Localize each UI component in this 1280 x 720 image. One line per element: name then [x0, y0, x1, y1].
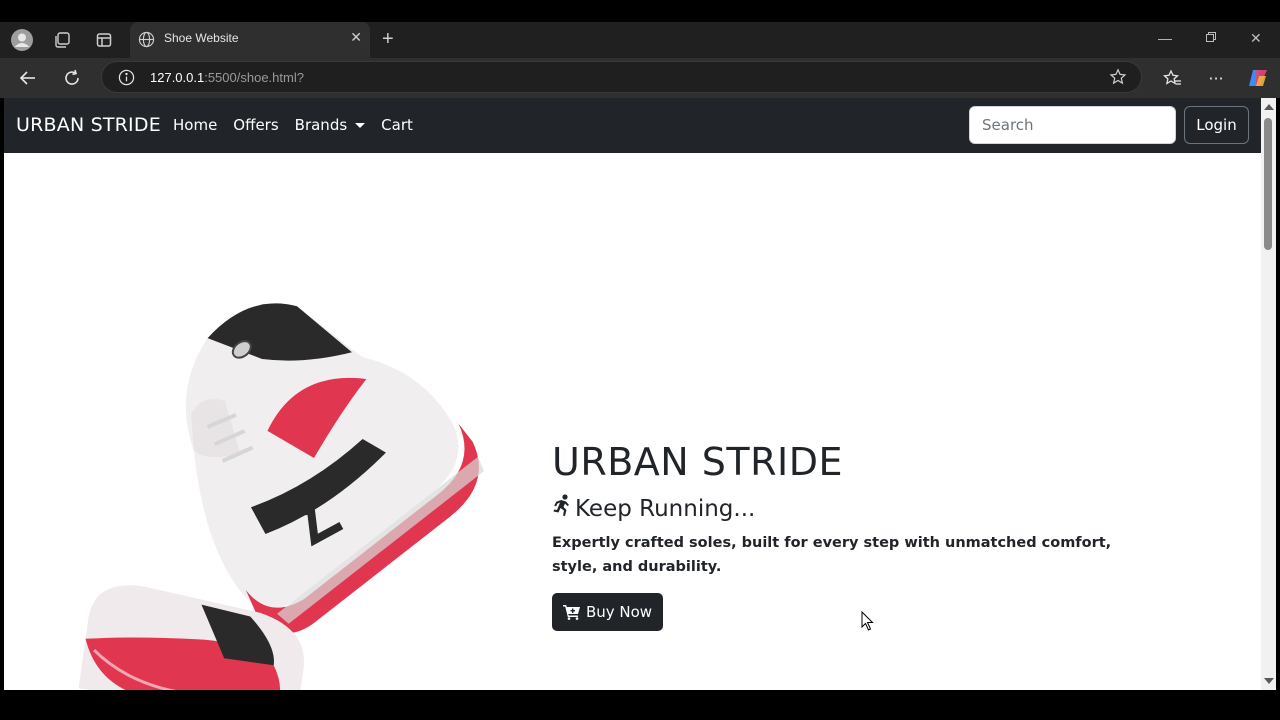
- nav-home[interactable]: Home: [173, 116, 217, 134]
- tab-title: Shoe Website: [164, 31, 239, 45]
- page-viewport: URBAN STRIDE Home Offers Brands Cart Log…: [4, 98, 1261, 690]
- globe-icon: [138, 31, 155, 52]
- nav-brands-dropdown[interactable]: Brands: [295, 116, 366, 134]
- buy-now-label: Buy Now: [585, 603, 653, 621]
- running-person-icon: [552, 494, 573, 524]
- screen-top-border: [0, 0, 1280, 22]
- workspaces-icon[interactable]: [50, 29, 74, 51]
- browser-tab[interactable]: Shoe Website ✕: [130, 22, 370, 58]
- hero-subtitle: Keep Running...: [552, 494, 755, 524]
- address-bar[interactable]: 127.0.0.1:5500/shoe.html?: [101, 61, 1142, 93]
- address-toolbar: 127.0.0.1:5500/shoe.html? ···: [0, 58, 1280, 98]
- url-text: 127.0.0.1:5500/shoe.html?: [150, 70, 304, 85]
- favorites-icon[interactable]: [1160, 66, 1184, 90]
- tab-actions-icon[interactable]: [92, 29, 116, 51]
- sneaker-image: [78, 303, 485, 690]
- scroll-up-icon[interactable]: [1264, 104, 1274, 110]
- buy-now-button[interactable]: Buy Now: [552, 593, 663, 631]
- scrollbar-thumb[interactable]: [1264, 118, 1272, 250]
- nav-brands-label: Brands: [294, 116, 348, 134]
- copilot-icon[interactable]: [1246, 66, 1270, 90]
- search-input[interactable]: [969, 106, 1176, 144]
- scroll-down-icon[interactable]: [1264, 678, 1274, 684]
- profile-icon[interactable]: [10, 29, 34, 51]
- brand-logo[interactable]: URBAN STRIDE: [16, 114, 161, 136]
- shopping-cart-icon: [562, 605, 580, 620]
- window-close-icon[interactable]: ✕: [1250, 30, 1262, 47]
- url-host: 127.0.0.1: [150, 70, 205, 85]
- login-button[interactable]: Login: [1184, 106, 1249, 144]
- url-path: :5500/shoe.html?: [204, 70, 304, 85]
- back-arrow-icon[interactable]: [16, 66, 40, 90]
- screen-bottom-border: [0, 690, 1280, 720]
- hero-description: Expertly crafted soles, built for every …: [552, 535, 1112, 575]
- nav-offers[interactable]: Offers: [233, 116, 278, 134]
- star-icon[interactable]: [1109, 68, 1127, 90]
- reload-icon[interactable]: [60, 66, 84, 90]
- more-icon[interactable]: ···: [1204, 66, 1228, 90]
- caret-down-icon: [355, 122, 366, 128]
- nav-links: Home Offers Brands Cart: [173, 116, 429, 134]
- page-scrollbar[interactable]: [1261, 98, 1276, 690]
- hero-title: URBAN STRIDE: [552, 440, 843, 484]
- plus-icon[interactable]: +: [382, 28, 394, 51]
- mouse-cursor-icon: [861, 611, 874, 631]
- hero-subtitle-text: Keep Running...: [575, 496, 756, 522]
- site-navbar: URBAN STRIDE Home Offers Brands Cart Log…: [4, 98, 1261, 153]
- nav-cart[interactable]: Cart: [381, 116, 413, 134]
- info-icon[interactable]: [118, 69, 135, 90]
- minimize-icon[interactable]: —: [1158, 30, 1172, 46]
- close-icon[interactable]: ✕: [350, 30, 362, 46]
- restore-icon[interactable]: [1205, 30, 1217, 46]
